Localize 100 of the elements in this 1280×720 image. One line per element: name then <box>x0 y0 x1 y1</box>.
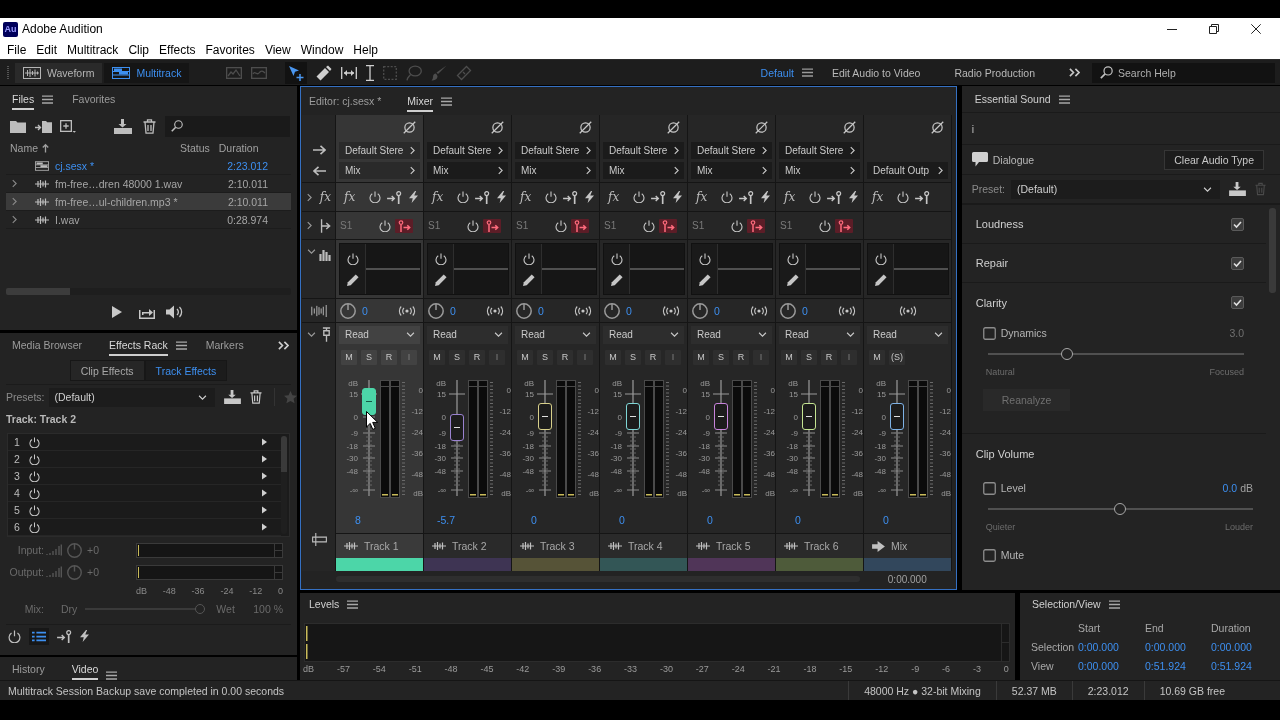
arrow-pin-icon[interactable] <box>739 190 755 204</box>
arrow-pin-icon[interactable] <box>827 190 843 204</box>
triangle-right-icon[interactable] <box>262 506 267 514</box>
input-dropdown[interactable]: Default Stere <box>515 141 596 159</box>
effect-slot[interactable]: 1 <box>8 434 281 451</box>
panel-menu-icon[interactable] <box>175 340 187 350</box>
power-icon[interactable] <box>28 436 40 448</box>
power-icon[interactable] <box>555 219 567 232</box>
automation-dropdown[interactable]: Read <box>339 325 420 344</box>
minimize-icon[interactable] <box>1167 28 1177 30</box>
panel-tab[interactable]: Mixer <box>407 90 434 112</box>
track-toggle-button[interactable]: R <box>469 349 485 365</box>
pencil-icon[interactable] <box>434 273 447 286</box>
fader-handle[interactable] <box>362 387 376 415</box>
restore-icon[interactable] <box>1209 24 1219 34</box>
power-icon[interactable] <box>874 252 887 265</box>
track-toggle-button[interactable]: R <box>645 349 661 365</box>
chevron-right-icon[interactable] <box>12 215 17 224</box>
pointer-plus-icon[interactable] <box>285 61 308 84</box>
fader-handle[interactable] <box>890 403 904 431</box>
slider-thumb[interactable] <box>1114 503 1127 515</box>
power-icon[interactable] <box>731 219 743 232</box>
panel-tab[interactable]: Media Browser <box>12 334 83 356</box>
track-header[interactable]: Track 5 <box>688 533 775 558</box>
view-mode-button[interactable]: Waveform <box>15 62 103 83</box>
lightning-icon[interactable] <box>673 191 683 203</box>
speaker-icon[interactable] <box>166 305 183 319</box>
time-value[interactable]: 0:00.000 <box>1078 640 1119 653</box>
panel-tab[interactable]: Effects Rack <box>109 334 168 356</box>
fader-track[interactable] <box>448 379 466 497</box>
track-toggle-button[interactable]: M <box>341 349 357 365</box>
power-icon[interactable] <box>434 252 447 265</box>
lightning-icon[interactable] <box>497 191 507 203</box>
checkbox[interactable] <box>1231 217 1244 231</box>
horizontal-scrollbar[interactable] <box>6 288 291 295</box>
fader-track[interactable] <box>360 379 378 497</box>
input-dropdown[interactable]: Default Stere <box>779 141 860 159</box>
track-toggle-button[interactable]: M <box>869 349 885 365</box>
track-toggle-button[interactable]: M <box>429 349 445 365</box>
mixer-channel-strip[interactable]: Default Outp fx Read M (S) dB 15 0 -9 -18 -30 -48 -∞ 0 -12 -24 -36 -48 dB 0 Mix <box>864 115 952 571</box>
file-row[interactable]: I.wav 0:28.974 <box>6 211 291 229</box>
effect-slot[interactable]: 5 <box>8 502 281 519</box>
track-toggle-button[interactable]: M <box>781 349 797 365</box>
workspace-tab[interactable]: Radio Production <box>954 66 1035 79</box>
phase-invert-icon[interactable] <box>667 121 680 134</box>
trash-icon[interactable] <box>143 118 156 134</box>
overflow-icon[interactable] <box>278 340 289 350</box>
menu-item[interactable]: File <box>2 42 32 57</box>
view-mode-button[interactable]: Multitrack <box>104 62 190 83</box>
panel-menu-icon[interactable] <box>42 95 54 104</box>
chevron-right-icon[interactable] <box>307 192 312 202</box>
triangle-right-icon[interactable] <box>262 438 267 446</box>
track-toggle-button[interactable]: R <box>557 349 573 365</box>
fader-track[interactable] <box>888 379 906 497</box>
search-field[interactable]: Search Help <box>1092 62 1275 83</box>
power-icon[interactable] <box>28 453 40 465</box>
power-icon[interactable] <box>28 504 40 516</box>
panel-tab[interactable]: Files <box>12 89 35 110</box>
power-icon[interactable] <box>786 252 799 265</box>
track-header[interactable]: Track 2 <box>424 533 511 558</box>
chevron-right-icon[interactable] <box>12 197 17 206</box>
output-dropdown[interactable]: Mix <box>427 161 508 179</box>
input-dropdown[interactable]: Default Stere <box>339 141 420 159</box>
section-title[interactable]: Repair <box>975 257 1009 269</box>
input-dropdown[interactable]: Default Stere <box>603 141 684 159</box>
file-row[interactable]: fm-free…ul-children.mp3 * 2:10.011 <box>6 193 291 211</box>
new-file-icon[interactable] <box>60 119 76 133</box>
menu-item[interactable]: Window <box>295 42 349 57</box>
file-row[interactable]: cj.sesx * 2:23.012 <box>6 157 291 175</box>
overflow-icon[interactable] <box>1069 68 1080 77</box>
track-toggle-button[interactable]: (S) <box>889 349 905 365</box>
workspace-tab[interactable]: Edit Audio to Video <box>831 66 921 79</box>
lightning-icon[interactable] <box>409 191 419 203</box>
pencil-icon[interactable] <box>522 273 535 286</box>
checkbox[interactable] <box>982 548 996 562</box>
menu-item[interactable]: Edit <box>31 42 63 57</box>
input-dropdown[interactable]: Default Stere <box>427 141 508 159</box>
triangle-right-icon[interactable] <box>262 523 267 531</box>
download-icon[interactable] <box>1229 182 1246 196</box>
panel-tab[interactable]: Favorites <box>72 89 116 110</box>
knob-icon[interactable] <box>516 302 532 319</box>
panel-title[interactable]: Levels <box>309 598 340 610</box>
output-dropdown[interactable]: Mix <box>339 161 420 179</box>
effect-slot[interactable]: 2 <box>8 451 281 468</box>
menu-item[interactable]: View <box>259 42 296 57</box>
knob-icon[interactable] <box>604 302 620 319</box>
power-icon[interactable] <box>28 470 40 482</box>
panel-menu-icon[interactable] <box>1108 599 1120 609</box>
power-icon[interactable] <box>819 219 831 232</box>
track-toggle-button[interactable]: M <box>517 349 533 365</box>
fader-track[interactable] <box>536 379 554 497</box>
power-icon[interactable] <box>633 191 646 203</box>
automation-dropdown[interactable]: Read <box>427 325 508 344</box>
arrow-pin-icon[interactable] <box>563 190 579 204</box>
fader-track[interactable] <box>800 379 818 497</box>
panel-title[interactable]: Selection/View <box>1032 598 1101 610</box>
section-title[interactable]: Loudness <box>975 218 1024 230</box>
pencil-icon[interactable] <box>874 273 887 286</box>
power-icon[interactable] <box>8 629 21 643</box>
fader-handle[interactable] <box>714 403 728 431</box>
